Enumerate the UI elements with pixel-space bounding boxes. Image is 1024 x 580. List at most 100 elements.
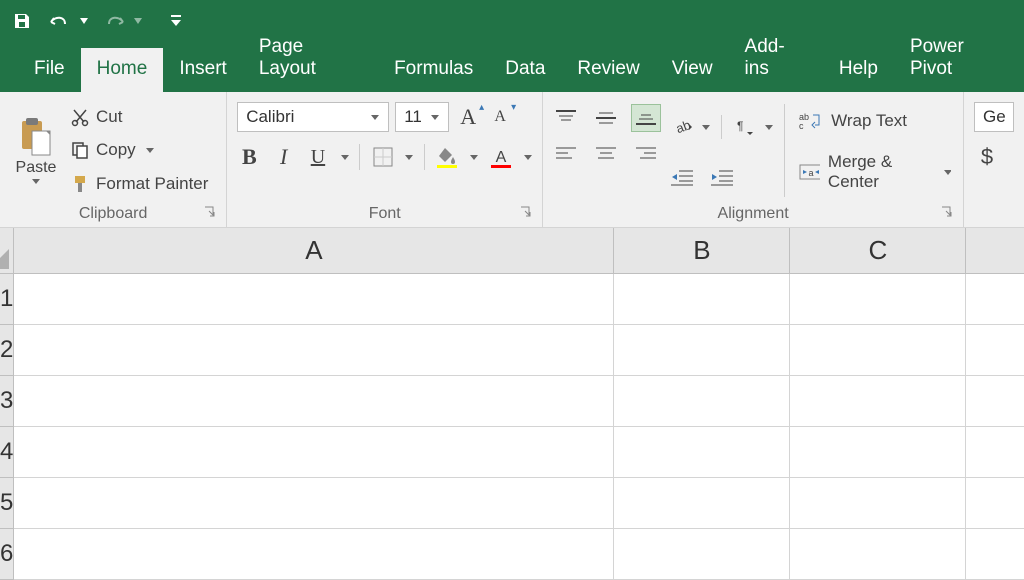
increase-font-icon[interactable]: A▴ xyxy=(455,104,481,130)
align-center-icon[interactable] xyxy=(591,140,621,168)
cell[interactable] xyxy=(966,478,1024,529)
borders-button[interactable] xyxy=(370,144,394,170)
column-header[interactable]: D xyxy=(966,228,1024,274)
ribbon-tabs: File Home Insert Page Layout Formulas Da… xyxy=(0,42,1024,92)
tab-insert[interactable]: Insert xyxy=(163,48,243,92)
select-all-corner[interactable] xyxy=(0,228,14,274)
cell[interactable] xyxy=(966,376,1024,427)
group-alignment: ab ¶ abc Wrap Text a xyxy=(543,92,964,227)
row-header[interactable]: 1 xyxy=(0,274,14,325)
underline-dropdown[interactable] xyxy=(340,155,349,160)
save-icon[interactable] xyxy=(8,7,36,35)
cell[interactable] xyxy=(614,478,790,529)
cell[interactable] xyxy=(790,478,966,529)
copy-button[interactable]: Copy xyxy=(70,138,208,162)
number-format-select[interactable]: Ge xyxy=(974,102,1014,132)
title-bar xyxy=(0,0,1024,42)
cell[interactable] xyxy=(614,529,790,580)
tab-addins[interactable]: Add-ins xyxy=(729,26,823,92)
font-color-dropdown[interactable] xyxy=(523,155,532,160)
decrease-font-icon[interactable]: A▾ xyxy=(487,104,513,130)
cell[interactable] xyxy=(614,427,790,478)
align-middle-icon[interactable] xyxy=(591,104,621,132)
cell[interactable] xyxy=(14,529,614,580)
row-header[interactable]: 5 xyxy=(0,478,14,529)
tab-review[interactable]: Review xyxy=(561,48,655,92)
cell[interactable] xyxy=(790,529,966,580)
cell[interactable] xyxy=(14,325,614,376)
cell[interactable] xyxy=(614,274,790,325)
font-size-select[interactable]: 11 xyxy=(395,102,449,132)
alignment-launcher-icon[interactable] xyxy=(941,206,955,220)
decrease-indent-icon[interactable] xyxy=(669,165,695,191)
cell[interactable] xyxy=(14,427,614,478)
underline-button[interactable]: U xyxy=(306,144,330,170)
redo-icon xyxy=(100,7,128,35)
align-top-icon[interactable] xyxy=(551,104,581,132)
merge-center-label: Merge & Center xyxy=(828,152,932,192)
cell[interactable] xyxy=(614,376,790,427)
scissors-icon xyxy=(70,107,90,127)
cell[interactable] xyxy=(966,427,1024,478)
row-header[interactable]: 2 xyxy=(0,325,14,376)
bold-button[interactable]: B xyxy=(237,144,261,170)
tab-data[interactable]: Data xyxy=(489,48,561,92)
cell[interactable] xyxy=(790,325,966,376)
fill-color-button[interactable] xyxy=(435,144,459,170)
font-launcher-icon[interactable] xyxy=(520,206,534,220)
svg-text:c: c xyxy=(799,121,804,131)
paintbrush-icon xyxy=(70,174,90,194)
align-left-icon[interactable] xyxy=(551,140,581,168)
tab-file[interactable]: File xyxy=(18,48,81,92)
cell[interactable] xyxy=(614,325,790,376)
row-header[interactable]: 6 xyxy=(0,529,14,580)
column-header[interactable]: A xyxy=(14,228,614,274)
currency-button[interactable]: $ xyxy=(974,144,1000,170)
row-header[interactable]: 3 xyxy=(0,376,14,427)
font-group-label: Font xyxy=(369,205,401,222)
qat-customize-icon[interactable] xyxy=(162,7,190,35)
svg-text:¶: ¶ xyxy=(737,119,743,133)
borders-dropdown[interactable] xyxy=(405,155,414,160)
align-bottom-icon[interactable] xyxy=(631,104,661,132)
clipboard-launcher-icon[interactable] xyxy=(204,206,218,220)
italic-button[interactable]: I xyxy=(272,144,296,170)
svg-text:A: A xyxy=(495,149,506,166)
font-color-button[interactable]: A xyxy=(489,144,513,170)
cell[interactable] xyxy=(966,325,1024,376)
column-header[interactable]: C xyxy=(790,228,966,274)
paste-button[interactable]: Paste xyxy=(8,98,64,203)
orientation-dropdown[interactable] xyxy=(701,125,711,130)
merge-center-button[interactable]: a Merge & Center xyxy=(795,149,955,195)
align-right-icon[interactable] xyxy=(631,140,661,168)
cell[interactable] xyxy=(14,274,614,325)
fill-color-dropdown[interactable] xyxy=(469,155,478,160)
font-size-value: 11 xyxy=(404,107,426,127)
cell[interactable] xyxy=(966,529,1024,580)
format-painter-button[interactable]: Format Painter xyxy=(70,172,208,196)
cell[interactable] xyxy=(790,274,966,325)
tab-formulas[interactable]: Formulas xyxy=(378,48,489,92)
ltr-button[interactable]: ¶ xyxy=(732,114,758,140)
tab-page-layout[interactable]: Page Layout xyxy=(243,26,378,92)
undo-dropdown-icon[interactable] xyxy=(78,7,90,35)
row-header[interactable]: 4 xyxy=(0,427,14,478)
cut-button[interactable]: Cut xyxy=(70,105,208,129)
cell[interactable] xyxy=(14,376,614,427)
orientation-button[interactable]: ab xyxy=(669,114,695,140)
column-header[interactable]: B xyxy=(614,228,790,274)
undo-icon[interactable] xyxy=(46,7,74,35)
font-name-select[interactable]: Calibri xyxy=(237,102,389,132)
ltr-dropdown[interactable] xyxy=(764,125,774,130)
font-name-value: Calibri xyxy=(246,107,366,127)
cell[interactable] xyxy=(790,427,966,478)
cell[interactable] xyxy=(966,274,1024,325)
tab-help[interactable]: Help xyxy=(823,48,894,92)
increase-indent-icon[interactable] xyxy=(709,165,735,191)
tab-home[interactable]: Home xyxy=(81,48,164,92)
cell[interactable] xyxy=(14,478,614,529)
tab-view[interactable]: View xyxy=(656,48,729,92)
wrap-text-button[interactable]: abc Wrap Text xyxy=(795,108,955,134)
tab-power-pivot[interactable]: Power Pivot xyxy=(894,26,1024,92)
cell[interactable] xyxy=(790,376,966,427)
